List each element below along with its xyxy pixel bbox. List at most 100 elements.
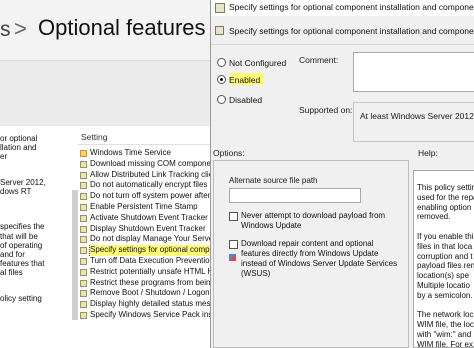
policy-dialog: Specify settings for optional component … — [210, 0, 474, 348]
download-repair-checkbox[interactable] — [229, 240, 238, 249]
policy-row[interactable]: Turn off Data Execution Prevention — [78, 256, 214, 267]
help-line: with "wim:" and — [417, 330, 472, 339]
policy-row[interactable]: Enable Persistent Time Stamp — [78, 202, 210, 213]
dialog-header: Specify settings for optional component … — [211, 16, 474, 45]
help-line: removed. — [417, 212, 451, 222]
policy-icon — [80, 193, 87, 201]
description-line: er — [0, 152, 8, 161]
policy-row-label: Do not turn off system power after — [90, 191, 211, 201]
settings-header: s > Optional features — [0, 0, 210, 60]
policy-icon — [80, 279, 87, 287]
policy-icon — [80, 225, 87, 233]
policy-row-label: Turn off Data Execution Prevention — [90, 256, 215, 265]
policy-row[interactable]: Restrict potentially unsafe HTML Help — [78, 267, 224, 278]
help-line: WIM file. For ex — [417, 339, 474, 348]
column-header-setting[interactable]: Setting — [81, 132, 107, 142]
radio-disabled-label[interactable]: Disabled — [229, 95, 262, 105]
help-panel: This policy settir used for the repa enabl… — [413, 170, 474, 348]
help-line: payload files rem — [417, 261, 474, 271]
policy-row-label: Do not automatically encrypt files — [90, 180, 208, 190]
policy-row[interactable]: Do not automatically encrypt files — [78, 180, 210, 191]
policy-name: Specify settings for optional component … — [229, 26, 474, 36]
help-line: enabling option — [417, 202, 472, 212]
policy-icon — [80, 214, 87, 222]
settings-content — [0, 60, 210, 127]
description-line: that will be — [0, 232, 38, 241]
policy-row-label: Remove Boot / Shutdown / Logon — [90, 288, 210, 298]
policy-icon — [80, 268, 87, 276]
radio-not-configured[interactable] — [217, 58, 226, 67]
policy-row[interactable]: Display Shutdown Event Tracker — [78, 224, 210, 235]
shield-icon — [229, 254, 236, 261]
policy-row[interactable]: Specify Windows Service Pack inst — [78, 310, 215, 321]
policy-icon — [80, 236, 87, 244]
alternate-source-input[interactable] — [229, 188, 361, 203]
page-title: Optional features — [38, 15, 206, 40]
policy-row-label: Specify Windows Service Pack inst — [90, 310, 215, 319]
comment-textarea[interactable] — [353, 52, 474, 92]
policy-row[interactable]: Remove Boot / Shutdown / Logon — [78, 288, 210, 299]
policy-row-label: Specify settings for optional comp — [90, 245, 210, 256]
description-line: al files — [0, 268, 23, 277]
policy-row[interactable]: Do not turn off system power after — [78, 191, 210, 202]
radio-disabled[interactable] — [217, 95, 226, 104]
policy-row[interactable]: Display highly detailed status messa — [78, 299, 219, 310]
policy-row-label: Windows Time Service — [90, 148, 171, 157]
policy-icon — [80, 258, 87, 265]
policy-row-label: Download missing COM component — [90, 158, 218, 168]
description-line: Server 2012, — [0, 178, 46, 187]
description-line: features that — [0, 259, 45, 268]
download-repair-label-2[interactable]: features directly from Windows Update — [241, 249, 378, 259]
policy-row-label: Do not display Manage Your Server — [90, 234, 216, 244]
policy-row[interactable]: Allow Distributed Link Tracking clients — [78, 170, 224, 181]
policy-icon — [80, 290, 87, 298]
description-line: olicy setting — [0, 294, 42, 303]
help-line: If you enable thi — [417, 232, 474, 241]
policy-icon — [80, 312, 87, 319]
policy-row-label: Display highly detailed status messa — [90, 299, 219, 309]
policy-row-label: Restrict these programs from being — [90, 277, 215, 287]
never-download-label-2[interactable]: Windows Update — [241, 221, 301, 231]
policy-icon — [80, 247, 87, 255]
policy-icon — [80, 182, 87, 190]
policy-row[interactable]: Specify settings for optional comp — [78, 245, 210, 256]
policy-icon — [215, 26, 224, 35]
policy-row[interactable]: Windows Time Service — [78, 148, 210, 159]
description-line: dows RT — [0, 187, 32, 196]
supported-on-label: Supported on: — [299, 105, 353, 115]
never-download-label-1[interactable]: Never attempt to download payload from — [241, 211, 385, 221]
download-repair-label-1[interactable]: Download repair content and optional — [241, 239, 374, 249]
description-line: specifies the — [0, 222, 45, 231]
help-line: used for the repa — [417, 192, 474, 202]
radio-not-configured-label[interactable]: Not Configured — [229, 58, 286, 68]
policy-icon — [80, 160, 87, 168]
alternate-source-label: Alternate source file path — [229, 176, 318, 185]
help-label: Help: — [418, 148, 438, 158]
help-line: The network loc — [417, 310, 474, 320]
comment-label: Comment: — [299, 55, 339, 65]
help-line: This policy settir — [417, 183, 474, 192]
title-bar[interactable]: Specify settings for optional component … — [211, 0, 474, 16]
help-line: files in that loca — [417, 241, 473, 251]
description-line: llation and — [0, 143, 37, 152]
help-line: corruption and t — [417, 251, 473, 261]
policy-row[interactable]: Download missing COM component — [78, 159, 218, 170]
radio-enabled[interactable] — [217, 75, 226, 84]
never-download-checkbox[interactable] — [229, 212, 238, 221]
policy-row[interactable]: Restrict these programs from being — [78, 278, 215, 289]
policy-row-label: Display Shutdown Event Tracker — [90, 223, 206, 233]
help-line: by a semicolon. — [417, 290, 473, 300]
download-repair-label-3[interactable]: instead of Windows Server Update Service… — [241, 259, 397, 269]
policy-row-label: Enable Persistent Time Stamp — [90, 202, 198, 211]
policy-icon — [80, 301, 87, 309]
window-title: Specify settings for optional component … — [229, 2, 474, 12]
radio-enabled-label[interactable]: Enabled — [229, 75, 260, 85]
policy-row[interactable]: Do not display Manage Your Server — [78, 234, 216, 245]
description-line: or optional — [0, 134, 38, 143]
help-line: Multiple locatio — [417, 281, 470, 290]
policy-row[interactable]: Activate Shutdown Event Tracker Sy — [78, 213, 219, 224]
download-repair-label-4[interactable]: (WSUS) — [241, 269, 270, 279]
breadcrumb-parent[interactable]: s — [0, 18, 11, 42]
description-line: and for — [0, 250, 25, 259]
folder-icon — [80, 150, 87, 157]
